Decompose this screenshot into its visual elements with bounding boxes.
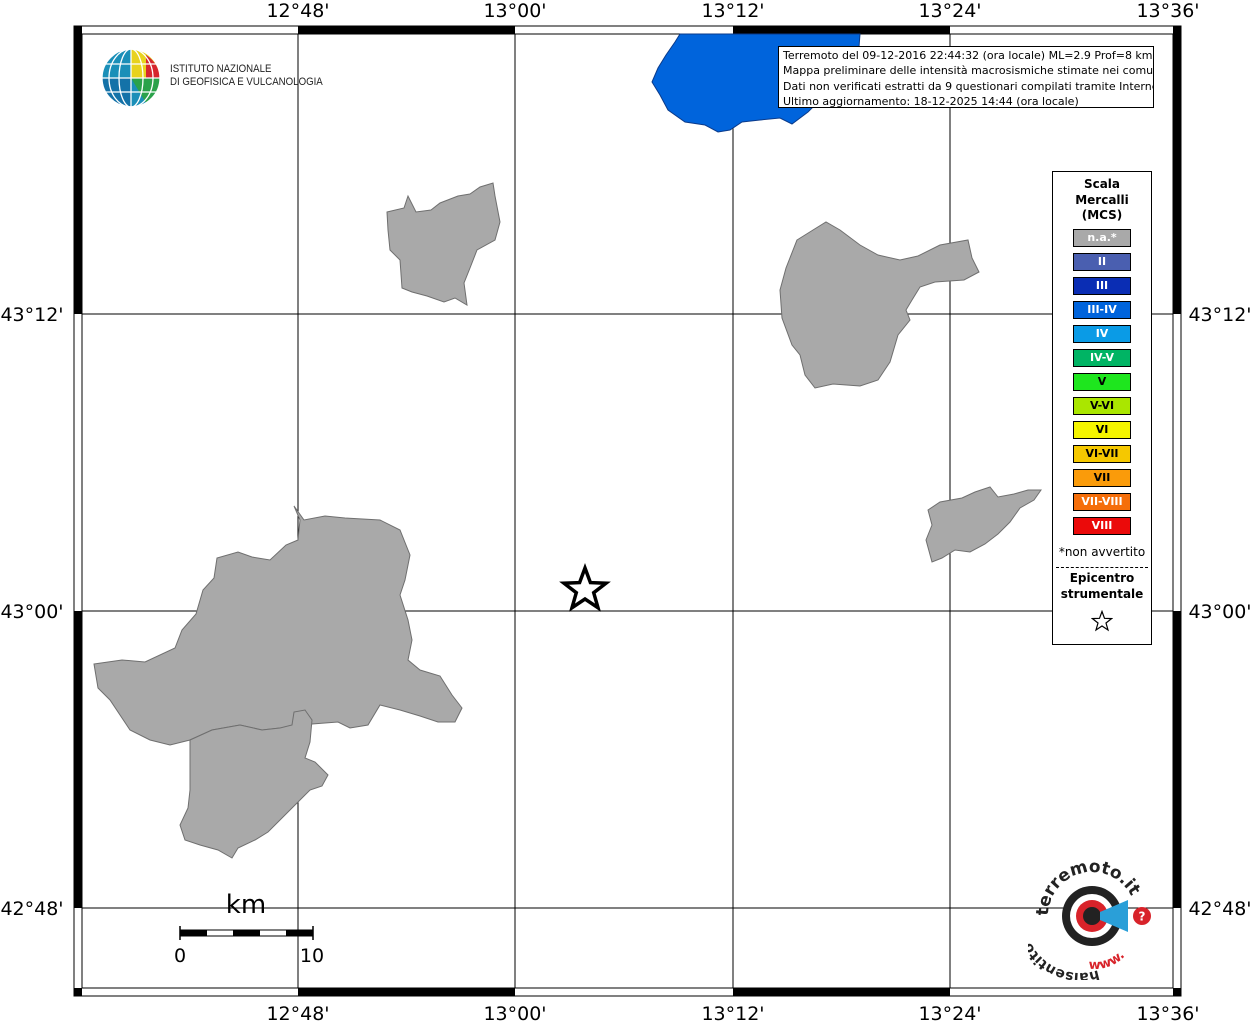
legend-swatch: VIII (1073, 517, 1131, 535)
mcs-legend: Scala Mercalli (MCS) n.a.* II III III-IV IV I… (1052, 171, 1152, 645)
scale-bar-unit: km (226, 890, 266, 920)
top-tick-label: 13°12' (701, 0, 764, 22)
legend-title: Scala Mercalli (MCS) (1053, 177, 1151, 224)
legend-epicenter-label: Epicentro strumentale (1053, 571, 1151, 602)
legend-divider (1056, 567, 1148, 568)
top-tick-label: 13°00' (483, 0, 546, 22)
svg-text:?: ? (1139, 910, 1146, 924)
legend-swatch: IV (1073, 325, 1131, 343)
legend-swatch: V-VI (1073, 397, 1131, 415)
event-info-line: Terremoto del 09-12-2016 22:44:32 (ora l… (783, 49, 1153, 62)
legend-title-line: (MCS) (1081, 208, 1123, 222)
legend-star-icon (1091, 610, 1113, 632)
top-tick-label: 13°36' (1136, 0, 1199, 22)
legend-swatch: IV-V (1073, 349, 1131, 367)
scale-bar-min: 0 (174, 945, 186, 967)
svg-text:www.: www. (1089, 948, 1128, 973)
bottom-tick-label: 12°48' (266, 1003, 329, 1024)
ingv-globe-icon (101, 48, 161, 108)
event-info-line: Ultimo aggiornamento: 18-12-2025 14:44 (… (783, 94, 1079, 108)
left-tick-labels: 43°12' 43°00' 42°48' (0, 304, 63, 920)
legend-epicenter-line: strumentale (1060, 586, 1144, 601)
ingv-logo (100, 47, 162, 113)
scale-bar-max: 10 (300, 945, 324, 967)
legend-swatch: III (1073, 277, 1131, 295)
right-tick-label: 43°12' (1188, 304, 1251, 326)
event-info-box: Terremoto del 09-12-2016 22:44:32 (ora l… (778, 46, 1154, 108)
haisentito-logo-icon: ? terremoto.it haisentito www. (1020, 857, 1151, 985)
legend-swatch: VI (1073, 421, 1131, 439)
ingv-name-line1: ISTITUTO NAZIONALE (170, 63, 272, 75)
left-tick-label: 42°48' (0, 898, 63, 920)
bottom-tick-labels: 12°48' 13°00' 13°12' 13°24' 13°36' (266, 1003, 1199, 1024)
legend-epicenter-line: Epicentro (1069, 571, 1135, 585)
haisentito-logo: ? terremoto.it haisentito www. (1020, 852, 1156, 985)
legend-note: *non avvertito (1058, 545, 1146, 559)
bottom-tick-label: 13°00' (483, 1003, 546, 1024)
legend-swatch: n.a.* (1073, 229, 1131, 247)
right-tick-label: 42°48' (1188, 898, 1251, 920)
top-tick-label: 13°24' (918, 0, 981, 22)
legend-swatch: VI-VII (1073, 445, 1131, 463)
event-info-line: Mappa preliminare delle intensità macros… (783, 64, 1154, 78)
bottom-tick-label: 13°36' (1136, 1003, 1199, 1024)
event-info-line: Dati non verificati estratti da 9 questi… (783, 79, 1154, 93)
legend-swatch: VII-VIII (1073, 493, 1131, 511)
legend-title-line: Mercalli (1075, 192, 1129, 207)
right-tick-labels: 43°12' 43°00' 42°48' (1188, 304, 1251, 920)
left-tick-label: 43°12' (0, 304, 63, 326)
bottom-tick-label: 13°24' (918, 1003, 981, 1024)
haisentito-text-bottom: www. (1089, 948, 1128, 973)
right-tick-label: 43°00' (1188, 601, 1251, 623)
legend-swatch: V (1073, 373, 1131, 391)
ingv-name-line2: DI GEOFISICA E VULCANOLOGIA (170, 76, 323, 88)
legend-swatch: VII (1073, 469, 1131, 487)
legend-swatch: III-IV (1073, 301, 1131, 319)
top-tick-label: 12°48' (266, 0, 329, 22)
top-tick-labels: 12°48' 13°00' 13°12' 13°24' 13°36' (266, 0, 1199, 22)
legend-swatch: II (1073, 253, 1131, 271)
bottom-tick-label: 13°12' (701, 1003, 764, 1024)
ingv-name: ISTITUTO NAZIONALE DI GEOFISICA E VULCAN… (170, 63, 323, 89)
legend-title-line: Scala (1083, 177, 1121, 191)
left-tick-label: 43°00' (0, 601, 63, 623)
